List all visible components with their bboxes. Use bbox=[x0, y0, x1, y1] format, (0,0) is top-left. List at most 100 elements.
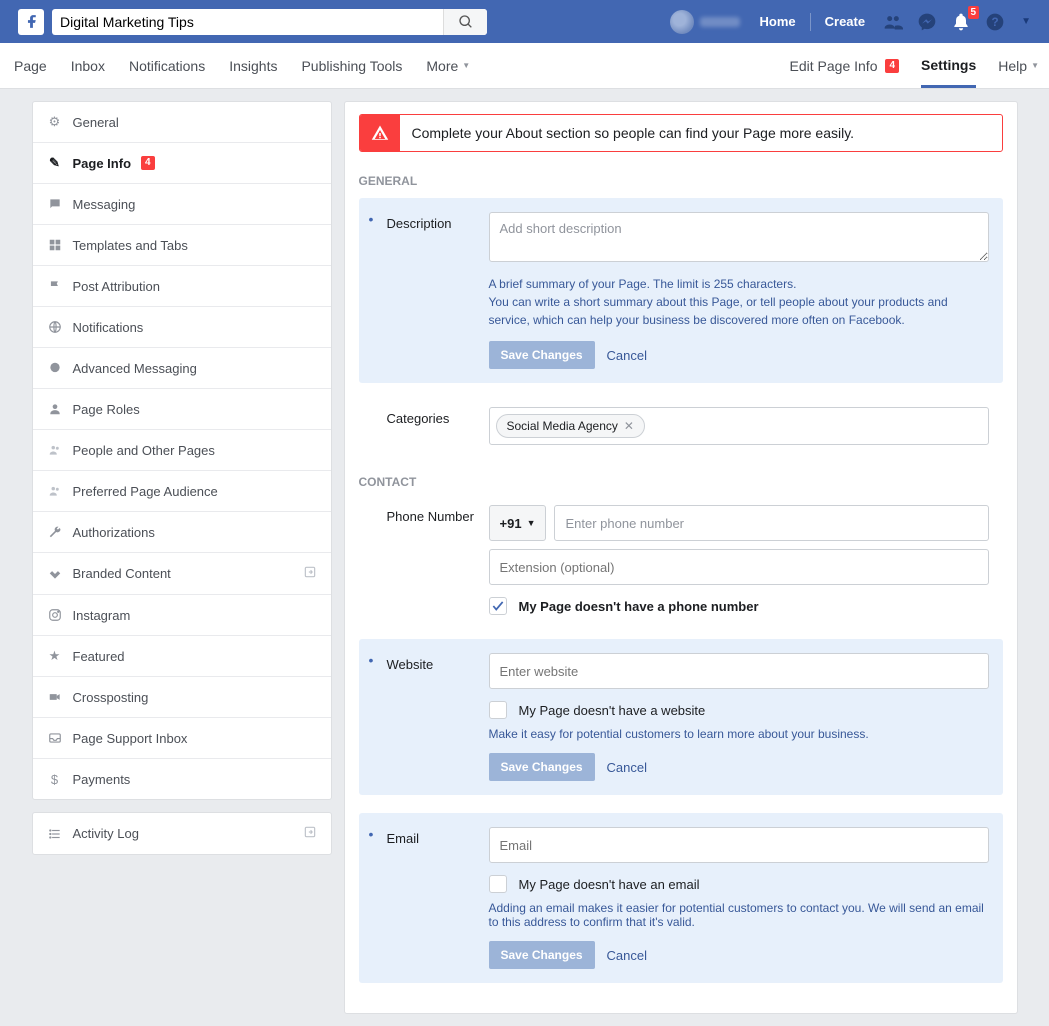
facebook-logo[interactable] bbox=[18, 9, 44, 35]
search-icon[interactable] bbox=[443, 9, 487, 35]
gear-icon: ⚙ bbox=[47, 114, 63, 130]
phone-input[interactable] bbox=[554, 505, 988, 541]
alert-banner: Complete your About section so people ca… bbox=[359, 114, 1003, 152]
nav-more[interactable]: More ▼ bbox=[426, 58, 470, 74]
save-button[interactable]: Save Changes bbox=[489, 753, 595, 781]
sidebar-item-featured[interactable]: ★Featured bbox=[33, 636, 331, 677]
sidebar-item-page-info[interactable]: ✎Page Info4 bbox=[33, 143, 331, 184]
external-link-icon bbox=[303, 565, 317, 582]
edit-page-info-badge: 4 bbox=[885, 59, 899, 73]
video-icon bbox=[47, 689, 63, 705]
email-label: Email bbox=[387, 827, 479, 969]
nav-settings[interactable]: Settings bbox=[921, 57, 976, 88]
field-website: • Website My Page doesn't have a website… bbox=[359, 639, 1003, 795]
category-chip: Social Media Agency✕ bbox=[496, 414, 645, 438]
save-button[interactable]: Save Changes bbox=[489, 941, 595, 969]
main-content: Complete your About section so people ca… bbox=[344, 101, 1018, 1014]
cancel-button[interactable]: Cancel bbox=[607, 348, 647, 363]
instagram-icon bbox=[47, 607, 63, 623]
person-icon bbox=[47, 401, 63, 417]
nav-help[interactable]: Help ▼ bbox=[998, 58, 1039, 74]
sidebar-item-support-inbox[interactable]: Page Support Inbox bbox=[33, 718, 331, 759]
email-help: Adding an email makes it easier for pote… bbox=[489, 901, 989, 929]
star-icon: ★ bbox=[47, 648, 63, 664]
page-info-badge: 4 bbox=[141, 156, 155, 170]
bullet-icon: • bbox=[369, 653, 377, 781]
sidebar-item-templates[interactable]: Templates and Tabs bbox=[33, 225, 331, 266]
no-website-label: My Page doesn't have a website bbox=[519, 703, 706, 718]
nav-page[interactable]: Page bbox=[14, 58, 47, 74]
section-general: GENERAL bbox=[359, 168, 1003, 198]
notifications-icon[interactable]: 5 bbox=[949, 10, 973, 34]
settings-sidebar: ⚙General ✎Page Info4 Messaging Templates… bbox=[32, 101, 332, 800]
chat-icon bbox=[47, 196, 63, 212]
sidebar-item-messaging[interactable]: Messaging bbox=[33, 184, 331, 225]
sidebar-item-payments[interactable]: $Payments bbox=[33, 759, 331, 799]
sidebar-item-page-roles[interactable]: Page Roles bbox=[33, 389, 331, 430]
grid-icon bbox=[47, 237, 63, 253]
globe-icon bbox=[47, 319, 63, 335]
people-icon bbox=[47, 442, 63, 458]
website-label: Website bbox=[387, 653, 479, 781]
country-code-dropdown[interactable]: +91▼ bbox=[489, 505, 547, 541]
sidebar-item-authorizations[interactable]: Authorizations bbox=[33, 512, 331, 553]
dollar-icon: $ bbox=[47, 771, 63, 787]
friend-requests-icon[interactable] bbox=[881, 10, 905, 34]
home-link[interactable]: Home bbox=[750, 9, 806, 35]
chevron-down-icon: ▼ bbox=[1031, 61, 1039, 70]
field-categories: • Categories Social Media Agency✕ bbox=[359, 401, 1003, 451]
nav-inbox[interactable]: Inbox bbox=[71, 58, 105, 74]
sidebar-item-crossposting[interactable]: Crossposting bbox=[33, 677, 331, 718]
extension-input[interactable] bbox=[489, 549, 989, 585]
nav-edit-page-info[interactable]: Edit Page Info 4 bbox=[790, 58, 900, 74]
no-website-checkbox[interactable] bbox=[489, 701, 507, 719]
nav-insights[interactable]: Insights bbox=[229, 58, 277, 74]
nav-publishing[interactable]: Publishing Tools bbox=[301, 58, 402, 74]
description-input[interactable] bbox=[489, 212, 989, 262]
notification-badge: 5 bbox=[968, 6, 980, 19]
sidebar-item-pref-audience[interactable]: Preferred Page Audience bbox=[33, 471, 331, 512]
sidebar-item-general[interactable]: ⚙General bbox=[33, 102, 331, 143]
no-email-checkbox[interactable] bbox=[489, 875, 507, 893]
save-button[interactable]: Save Changes bbox=[489, 341, 595, 369]
website-input[interactable] bbox=[489, 653, 989, 689]
sidebar-item-notifications[interactable]: Notifications bbox=[33, 307, 331, 348]
inbox-icon bbox=[47, 730, 63, 746]
cancel-button[interactable]: Cancel bbox=[607, 760, 647, 775]
sidebar-item-branded-content[interactable]: Branded Content bbox=[33, 553, 331, 595]
chevron-down-icon: ▼ bbox=[462, 61, 470, 70]
sidebar-item-activity-log[interactable]: Activity Log bbox=[33, 813, 331, 854]
chip-remove-icon[interactable]: ✕ bbox=[624, 419, 634, 433]
pencil-icon: ✎ bbox=[47, 155, 63, 171]
categories-input[interactable]: Social Media Agency✕ bbox=[489, 407, 989, 445]
create-link[interactable]: Create bbox=[815, 9, 875, 35]
field-phone: • Phone Number +91▼ My Page doesn't have… bbox=[359, 499, 1003, 621]
cancel-button[interactable]: Cancel bbox=[607, 948, 647, 963]
sidebar-item-post-attribution[interactable]: Post Attribution bbox=[33, 266, 331, 307]
field-email: • Email My Page doesn't have an email Ad… bbox=[359, 813, 1003, 983]
messenger-icon[interactable] bbox=[915, 10, 939, 34]
nav-notifications[interactable]: Notifications bbox=[129, 58, 205, 74]
description-help-1: A brief summary of your Page. The limit … bbox=[489, 275, 989, 293]
account-menu-caret[interactable]: ▼ bbox=[1021, 16, 1031, 27]
top-bar: Home Create 5 ? ▼ bbox=[0, 0, 1049, 43]
flag-icon bbox=[47, 278, 63, 294]
sidebar-item-instagram[interactable]: Instagram bbox=[33, 595, 331, 636]
website-help: Make it easy for potential customers to … bbox=[489, 727, 989, 741]
help-icon[interactable]: ? bbox=[983, 10, 1007, 34]
no-phone-checkbox[interactable] bbox=[489, 597, 507, 615]
avatar bbox=[670, 10, 694, 34]
wrench-icon bbox=[47, 524, 63, 540]
description-label: Description bbox=[387, 212, 479, 369]
alert-text: Complete your About section so people ca… bbox=[400, 115, 867, 151]
section-contact: CONTACT bbox=[359, 469, 1003, 499]
sidebar-item-people-pages[interactable]: People and Other Pages bbox=[33, 430, 331, 471]
list-icon bbox=[47, 826, 63, 842]
sidebar-item-adv-messaging[interactable]: Advanced Messaging bbox=[33, 348, 331, 389]
profile-name-blur bbox=[700, 17, 740, 27]
email-input[interactable] bbox=[489, 827, 989, 863]
bullet-icon: • bbox=[369, 212, 377, 369]
categories-label: Categories bbox=[387, 407, 479, 445]
search-input[interactable] bbox=[52, 9, 487, 35]
profile-link[interactable] bbox=[662, 9, 748, 35]
